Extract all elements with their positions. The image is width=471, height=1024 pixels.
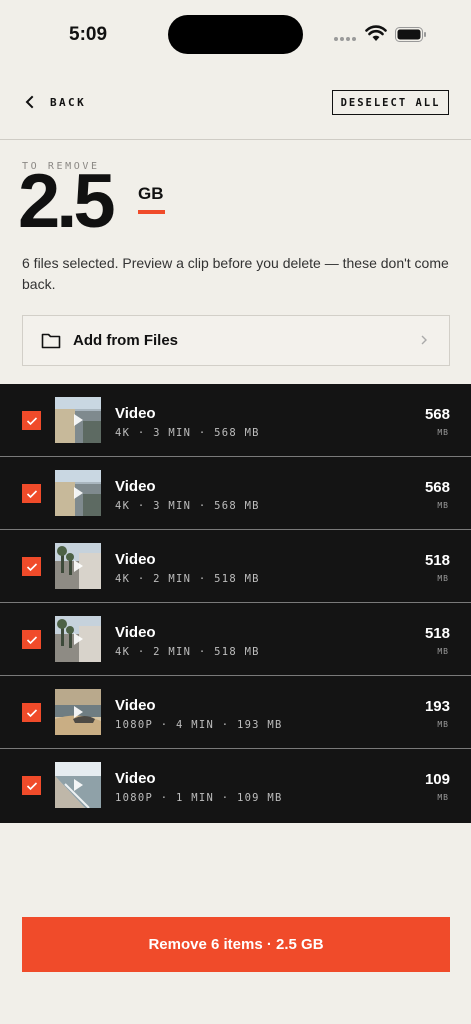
file-size: 193 — [424, 698, 450, 715]
file-checkbox[interactable] — [22, 630, 41, 649]
remove-amount: 2.5 — [18, 159, 116, 244]
battery-icon — [395, 27, 426, 42]
file-checkbox[interactable] — [22, 703, 41, 722]
file-size-unit: MB — [437, 720, 449, 729]
header-divider — [0, 139, 471, 140]
file-checkbox[interactable] — [22, 557, 41, 576]
remove-items-button[interactable]: Remove 6 items · 2.5 GB — [22, 917, 450, 972]
checkmark-icon — [26, 489, 37, 498]
file-meta: 1080P · 1 MIN · 109 MB — [115, 792, 283, 804]
file-row[interactable]: Video 1080P · 1 MIN · 109 MB 109 MB — [0, 749, 471, 823]
chevron-left-icon — [25, 95, 34, 109]
file-title: Video — [115, 697, 156, 714]
file-title: Video — [115, 624, 156, 641]
wifi-icon — [365, 25, 387, 41]
selection-description: 6 files selected. Preview a clip before … — [22, 255, 449, 292]
video-thumbnail — [55, 470, 101, 516]
video-thumbnail — [55, 616, 101, 662]
file-meta: 4K · 3 MIN · 568 MB — [115, 427, 260, 439]
chevron-right-icon — [421, 335, 427, 345]
add-from-files-button[interactable]: Add from Files — [22, 315, 450, 366]
file-row[interactable]: Video 4K · 2 MIN · 518 MB 518 MB — [0, 603, 471, 676]
add-from-files-label: Add from Files — [73, 332, 179, 349]
video-thumbnail — [55, 543, 101, 589]
file-list: Video 4K · 3 MIN · 568 MB 568 MB Video 4… — [0, 384, 471, 823]
file-size: 518 — [424, 625, 450, 642]
file-size: 568 — [424, 479, 450, 496]
file-checkbox[interactable] — [22, 484, 41, 503]
checkmark-icon — [26, 708, 37, 717]
file-size-unit: MB — [437, 793, 449, 802]
checkmark-icon — [26, 416, 37, 425]
checkmark-icon — [26, 635, 37, 644]
checkmark-icon — [26, 781, 37, 790]
file-title: Video — [115, 551, 156, 568]
unit-underline — [138, 210, 165, 214]
file-row[interactable]: Video 4K · 3 MIN · 568 MB 568 MB — [0, 457, 471, 530]
file-meta: 1080P · 4 MIN · 193 MB — [115, 719, 283, 731]
file-title: Video — [115, 478, 156, 495]
status-time: 5:09 — [69, 24, 108, 45]
file-size-unit: MB — [437, 574, 449, 583]
video-thumbnail — [55, 397, 101, 443]
file-meta: 4K · 3 MIN · 568 MB — [115, 500, 260, 512]
remove-unit: GB — [138, 184, 164, 203]
file-row[interactable]: Video 4K · 3 MIN · 568 MB 568 MB — [0, 384, 471, 457]
file-size-unit: MB — [437, 428, 449, 437]
file-size: 109 — [424, 771, 450, 788]
deselect-all-button[interactable]: DESELECT ALL — [332, 90, 449, 115]
file-row[interactable]: Video 4K · 2 MIN · 518 MB 518 MB — [0, 530, 471, 603]
file-checkbox[interactable] — [22, 776, 41, 795]
file-row[interactable]: Video 1080P · 4 MIN · 193 MB 193 MB — [0, 676, 471, 749]
file-checkbox[interactable] — [22, 411, 41, 430]
file-meta: 4K · 2 MIN · 518 MB — [115, 646, 260, 658]
video-thumbnail — [55, 762, 101, 808]
cellular-signal-icon — [334, 37, 356, 41]
checkmark-icon — [26, 562, 37, 571]
back-label: BACK — [50, 95, 87, 109]
file-size-unit: MB — [437, 501, 449, 510]
file-meta: 4K · 2 MIN · 518 MB — [115, 573, 260, 585]
file-size-unit: MB — [437, 647, 449, 656]
video-thumbnail — [55, 689, 101, 735]
status-bar: 5:09 — [0, 0, 471, 70]
file-title: Video — [115, 770, 156, 787]
top-nav: BACK DESELECT ALL — [22, 88, 449, 118]
folder-icon — [41, 333, 61, 349]
back-button[interactable]: BACK — [22, 92, 86, 112]
file-size: 568 — [424, 406, 450, 423]
file-title: Video — [115, 405, 156, 422]
dynamic-island — [168, 15, 303, 54]
file-size: 518 — [424, 552, 450, 569]
